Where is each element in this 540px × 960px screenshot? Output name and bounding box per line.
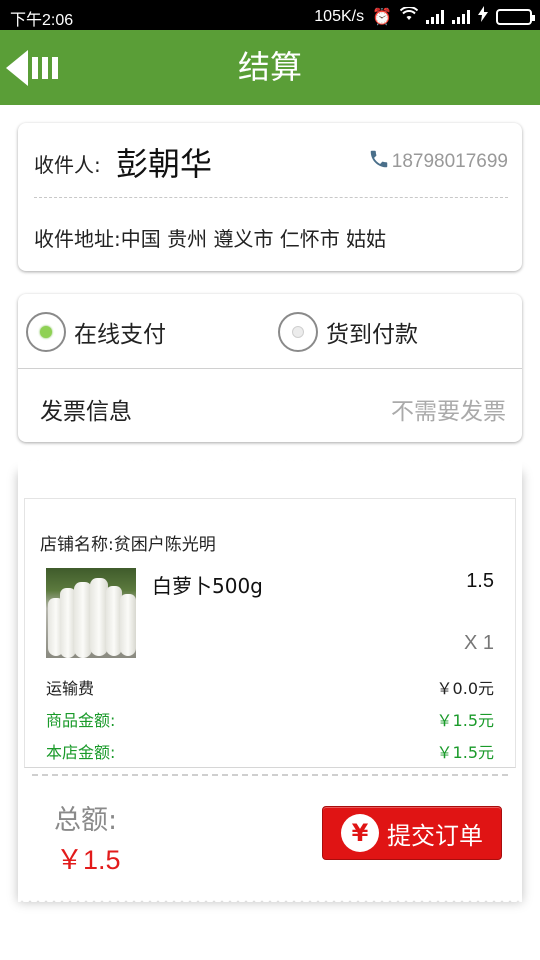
- yen-icon: ¥: [341, 814, 379, 852]
- battery-icon: [496, 8, 535, 25]
- recipient-name: 彭朝华: [116, 145, 213, 183]
- network-speed: 105K/s: [314, 7, 365, 25]
- radio-button-unselected[interactable]: [278, 312, 318, 352]
- divider: [32, 774, 508, 776]
- total-value: ￥1.5: [56, 845, 121, 875]
- item-price: 1.5: [466, 570, 494, 592]
- signal-icon: [452, 9, 470, 24]
- back-menu-button[interactable]: [6, 50, 66, 86]
- order-receipt: 店铺名称:贫困户陈光明 白萝卜500g 1.5 X 1 运输费 ￥0.0元 商品…: [18, 460, 522, 902]
- signal-icon: [426, 9, 444, 24]
- menu-bars-icon: [32, 57, 58, 79]
- shop-amount-row: 本店金额: ￥1.5元: [46, 739, 494, 763]
- radio-button-selected[interactable]: [26, 312, 66, 352]
- shipping-fee-label: 运输费: [46, 679, 95, 698]
- shipping-fee-value: ￥0.0元: [436, 679, 494, 698]
- shop-amount-value: ￥1.5元: [436, 743, 494, 762]
- shop-amount-label: 本店金额:: [46, 743, 116, 762]
- payment-option-label: 货到付款: [326, 322, 418, 348]
- total-label: 总额:: [54, 805, 118, 836]
- recipient-phone: 18798017699: [368, 148, 508, 176]
- alarm-icon: ⏰: [372, 8, 392, 26]
- radish-image: [46, 568, 136, 658]
- item-name: 白萝卜500g: [152, 574, 263, 598]
- phone-icon: [368, 148, 390, 176]
- invoice-label: 发票信息: [40, 399, 132, 425]
- receipt-edge-bottom: [18, 894, 522, 902]
- address-card[interactable]: 收件人: 彭朝华 18798017699 收件地址:中国 贵州 遵义市 仁怀市 …: [18, 123, 522, 271]
- item-quantity: X 1: [463, 632, 494, 654]
- divider: [18, 368, 522, 369]
- payment-option-cod[interactable]: 货到付款: [278, 312, 418, 352]
- goods-amount-label: 商品金额:: [46, 711, 116, 730]
- submit-order-label: 提交订单: [387, 821, 483, 850]
- payment-option-online[interactable]: 在线支付: [26, 312, 166, 352]
- status-bar: 下午2:06 105K/s ⏰: [0, 0, 540, 30]
- phone-number: 18798017699: [391, 151, 508, 172]
- goods-amount-row: 商品金额: ￥1.5元: [46, 707, 494, 731]
- status-time: 下午2:06: [10, 12, 74, 29]
- payment-option-label: 在线支付: [74, 322, 166, 348]
- divider: [34, 197, 508, 198]
- submit-order-button[interactable]: ¥ 提交订单: [322, 806, 502, 860]
- status-icons: 105K/s ⏰: [314, 6, 535, 27]
- shop-name: 店铺名称:贫困户陈光明: [40, 535, 216, 555]
- goods-amount-value: ￥1.5元: [436, 711, 494, 730]
- shipping-address: 收件地址:中国 贵州 遵义市 仁怀市 姑姑: [34, 227, 387, 251]
- shipping-fee-row: 运输费 ￥0.0元: [46, 675, 494, 699]
- receipt-edge-top: [18, 460, 522, 468]
- invoice-value[interactable]: 不需要发票: [391, 392, 506, 426]
- charging-icon: [478, 6, 488, 27]
- back-arrow-icon: [6, 50, 28, 86]
- recipient-label: 收件人:: [34, 153, 101, 177]
- payment-card: 在线支付 货到付款 发票信息 不需要发票: [18, 294, 522, 442]
- app-header: 结算: [0, 30, 540, 105]
- page-title: 结算: [237, 48, 302, 86]
- wifi-icon: [399, 6, 419, 26]
